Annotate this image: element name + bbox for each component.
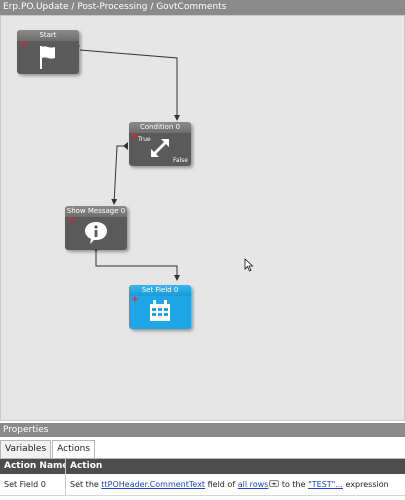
condition-false-label: False [172, 157, 188, 164]
workflow-canvas[interactable]: Start + Condition 0 + True False Show Me… [0, 15, 405, 421]
action-text: expression [343, 480, 389, 489]
show-message-node[interactable]: Show Message 0 + [65, 206, 127, 250]
split-arrows-icon [149, 137, 171, 162]
title-path: Erp.PO.Update / Post-Processing / GovtCo… [3, 2, 227, 12]
grid-icon [148, 299, 172, 326]
condition-node[interactable]: Condition 0 + True False [129, 122, 191, 166]
connector-start-condition [79, 49, 180, 121]
value-link[interactable]: "TEST"... [308, 480, 343, 489]
actions-grid-header: Action Name Action [0, 459, 405, 474]
properties-panel-title: Properties [0, 423, 405, 437]
rows-dropdown-icon[interactable] [269, 480, 280, 487]
condition-true-port [123, 142, 128, 150]
action-text: field of [205, 480, 238, 489]
connector-layer [75, 43, 180, 281]
rows-link[interactable]: all rows [238, 480, 269, 489]
add-action-icon[interactable]: + [19, 41, 27, 50]
tab-variables[interactable]: Variables [0, 440, 52, 458]
add-action-icon[interactable]: + [131, 296, 139, 305]
tab-actions[interactable]: Actions [52, 440, 96, 458]
connector-condition-show-message [111, 145, 127, 205]
set-field-node[interactable]: Set Field 0 + [129, 285, 191, 329]
start-node[interactable]: Start + [17, 30, 79, 74]
actions-grid: Action Name Action Set Field 0 Set the t… [0, 458, 405, 496]
mouse-pointer-icon [244, 258, 254, 275]
action-text: to the [279, 480, 309, 489]
column-header-action-name[interactable]: Action Name [0, 459, 66, 474]
field-link[interactable]: ttPOHeader.CommentText [101, 480, 205, 489]
flag-icon [38, 44, 58, 73]
connector-show-message-set-field [95, 250, 180, 281]
properties-tabs: Variables Actions [0, 440, 96, 458]
column-header-action[interactable]: Action [66, 459, 405, 474]
designer-title-bar: Erp.PO.Update / Post-Processing / GovtCo… [0, 0, 405, 15]
add-action-icon[interactable]: + [67, 217, 75, 226]
action-description-cell: Set the ttPOHeader.CommentText field of … [66, 474, 405, 495]
action-name-cell: Set Field 0 [0, 474, 66, 495]
action-text: Set the [70, 480, 102, 489]
table-row[interactable]: Set Field 0 Set the ttPOHeader.CommentTe… [0, 474, 405, 496]
properties-title: Properties [3, 425, 49, 435]
info-bubble-icon [83, 220, 109, 249]
